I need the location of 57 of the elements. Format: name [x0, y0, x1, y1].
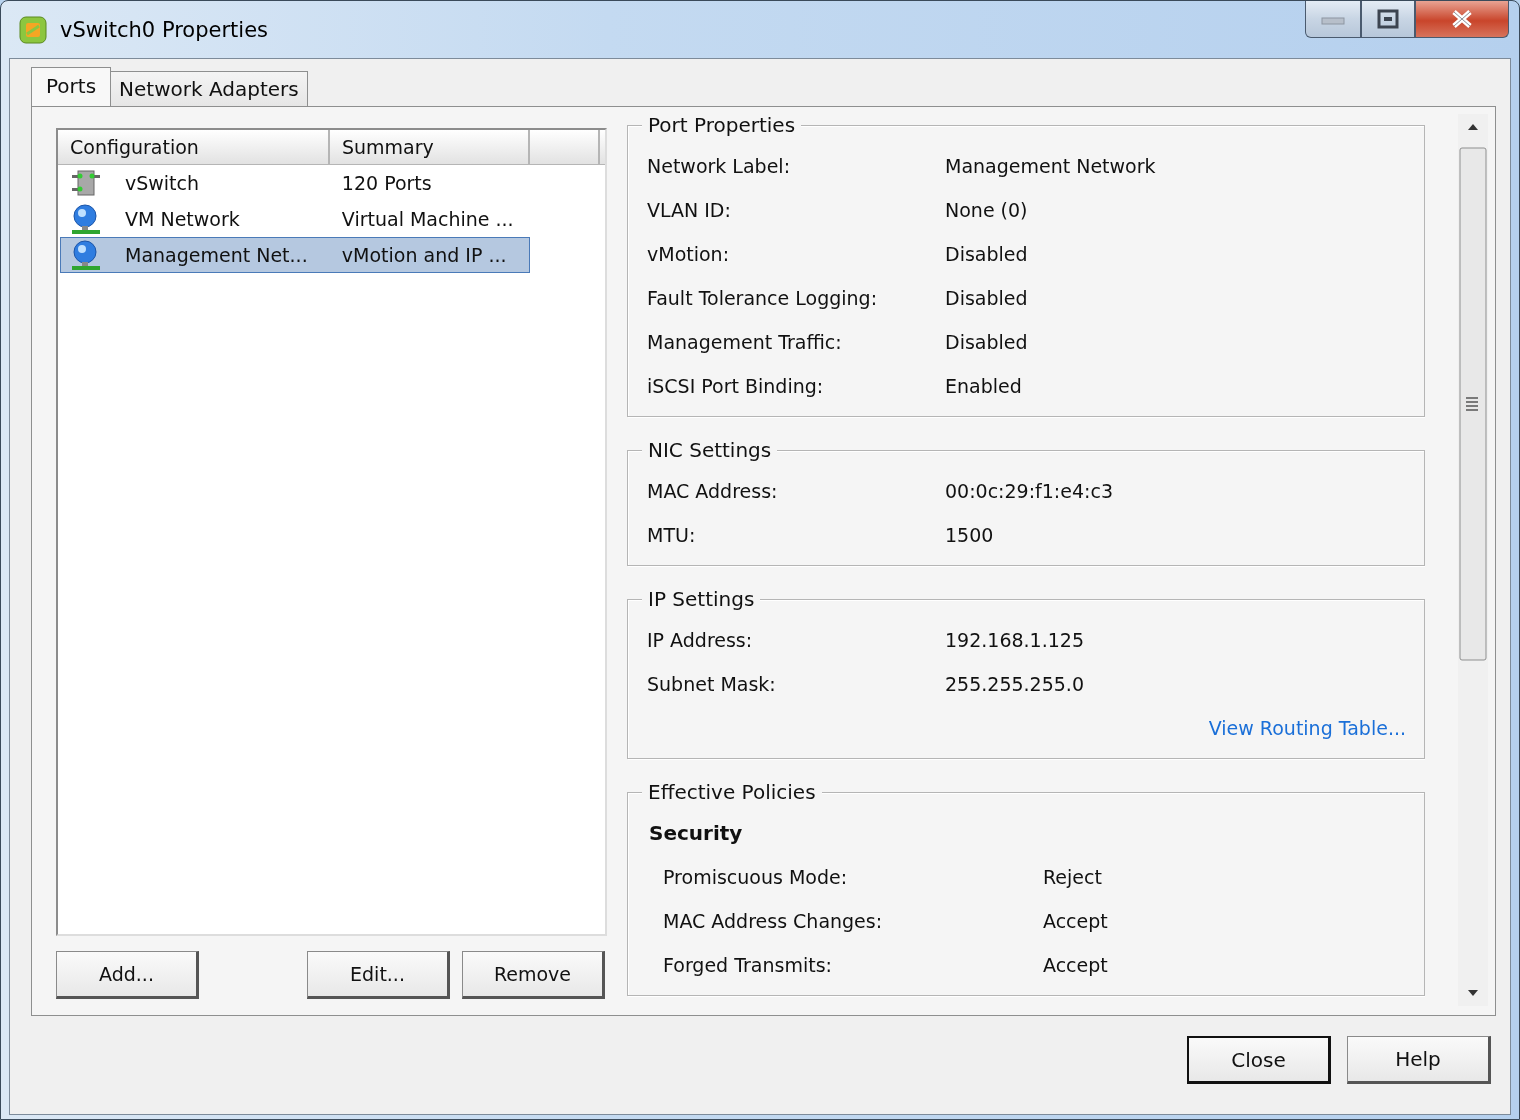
- tab[interactable]: Network Adapters: [110, 71, 308, 106]
- routing-table-link[interactable]: View Routing Table...: [1208, 717, 1406, 739]
- group-title: Port Properties: [642, 114, 802, 137]
- property-label: Network Label:: [647, 155, 792, 177]
- property-label: Fault Tolerance Logging:: [647, 287, 879, 309]
- table-cell: Virtual Machine ...: [341, 208, 514, 230]
- property-value: Disabled: [945, 243, 1028, 265]
- property-label: iSCSI Port Binding:: [647, 375, 825, 397]
- table-cell: VM Network: [125, 208, 240, 230]
- property-label: vMotion:: [647, 243, 731, 265]
- property-label: MAC Address Changes:: [663, 910, 884, 932]
- maximize-icon: [1377, 9, 1399, 29]
- dialog-button[interactable]: Close: [1187, 1036, 1331, 1084]
- network-globe-icon: [71, 240, 101, 270]
- table-cell: vMotion and IP ...: [341, 244, 507, 266]
- property-value: None (0): [945, 199, 1028, 221]
- list-button[interactable]: Remove: [462, 951, 605, 999]
- property-label: Promiscuous Mode:: [663, 866, 849, 888]
- tab[interactable]: Ports: [31, 67, 112, 106]
- table-cell: 120 Ports: [341, 172, 432, 194]
- section-heading: Security: [648, 820, 744, 847]
- close-icon: [1451, 9, 1473, 29]
- list-button[interactable]: Edit...: [307, 951, 450, 999]
- property-label: MTU:: [647, 524, 697, 546]
- property-label: MAC Address:: [647, 480, 779, 502]
- property-value: 192.168.1.125: [945, 629, 1084, 651]
- maximize-button[interactable]: [1361, 1, 1415, 38]
- property-value: Disabled: [945, 287, 1028, 309]
- switch-icon: [71, 168, 101, 198]
- table-row[interactable]: VM Network Virtual Machine ...: [60, 201, 530, 237]
- property-value: Management Network: [945, 155, 1156, 177]
- property-label: VLAN ID:: [647, 199, 732, 221]
- table-cell: vSwitch: [125, 172, 200, 194]
- property-label: IP Address:: [647, 629, 754, 651]
- close-button[interactable]: [1415, 1, 1509, 38]
- property-value: 255.255.255.0: [945, 673, 1084, 695]
- window-title: vSwitch0 Properties: [60, 17, 270, 42]
- property-value: 1500: [945, 524, 994, 546]
- table-row[interactable]: vSwitch 120 Ports: [60, 165, 530, 201]
- app-logo-icon: [18, 14, 48, 45]
- column-header[interactable]: Configuration: [58, 130, 330, 164]
- property-value: Enabled: [945, 375, 1022, 397]
- minimize-button[interactable]: [1305, 1, 1361, 38]
- property-value: 00:0c:29:f1:e4:c3: [945, 480, 1113, 502]
- property-label: Subnet Mask:: [647, 673, 777, 695]
- property-value: Accept: [1043, 910, 1108, 932]
- property-label: Forged Transmits:: [663, 954, 833, 976]
- table-cell: Management Net...: [125, 244, 308, 266]
- list-button[interactable]: Add...: [56, 951, 199, 999]
- column-header[interactable]: Summary: [330, 130, 530, 164]
- network-globe-icon: [71, 204, 101, 234]
- property-label: Management Traffic:: [647, 331, 843, 353]
- property-value: Disabled: [945, 331, 1028, 353]
- property-value: Accept: [1043, 954, 1108, 976]
- selected-row[interactable]: Management Net... vMotion and IP ...: [60, 237, 530, 273]
- dialog-button[interactable]: Help: [1347, 1036, 1491, 1084]
- property-value: Reject: [1043, 866, 1102, 888]
